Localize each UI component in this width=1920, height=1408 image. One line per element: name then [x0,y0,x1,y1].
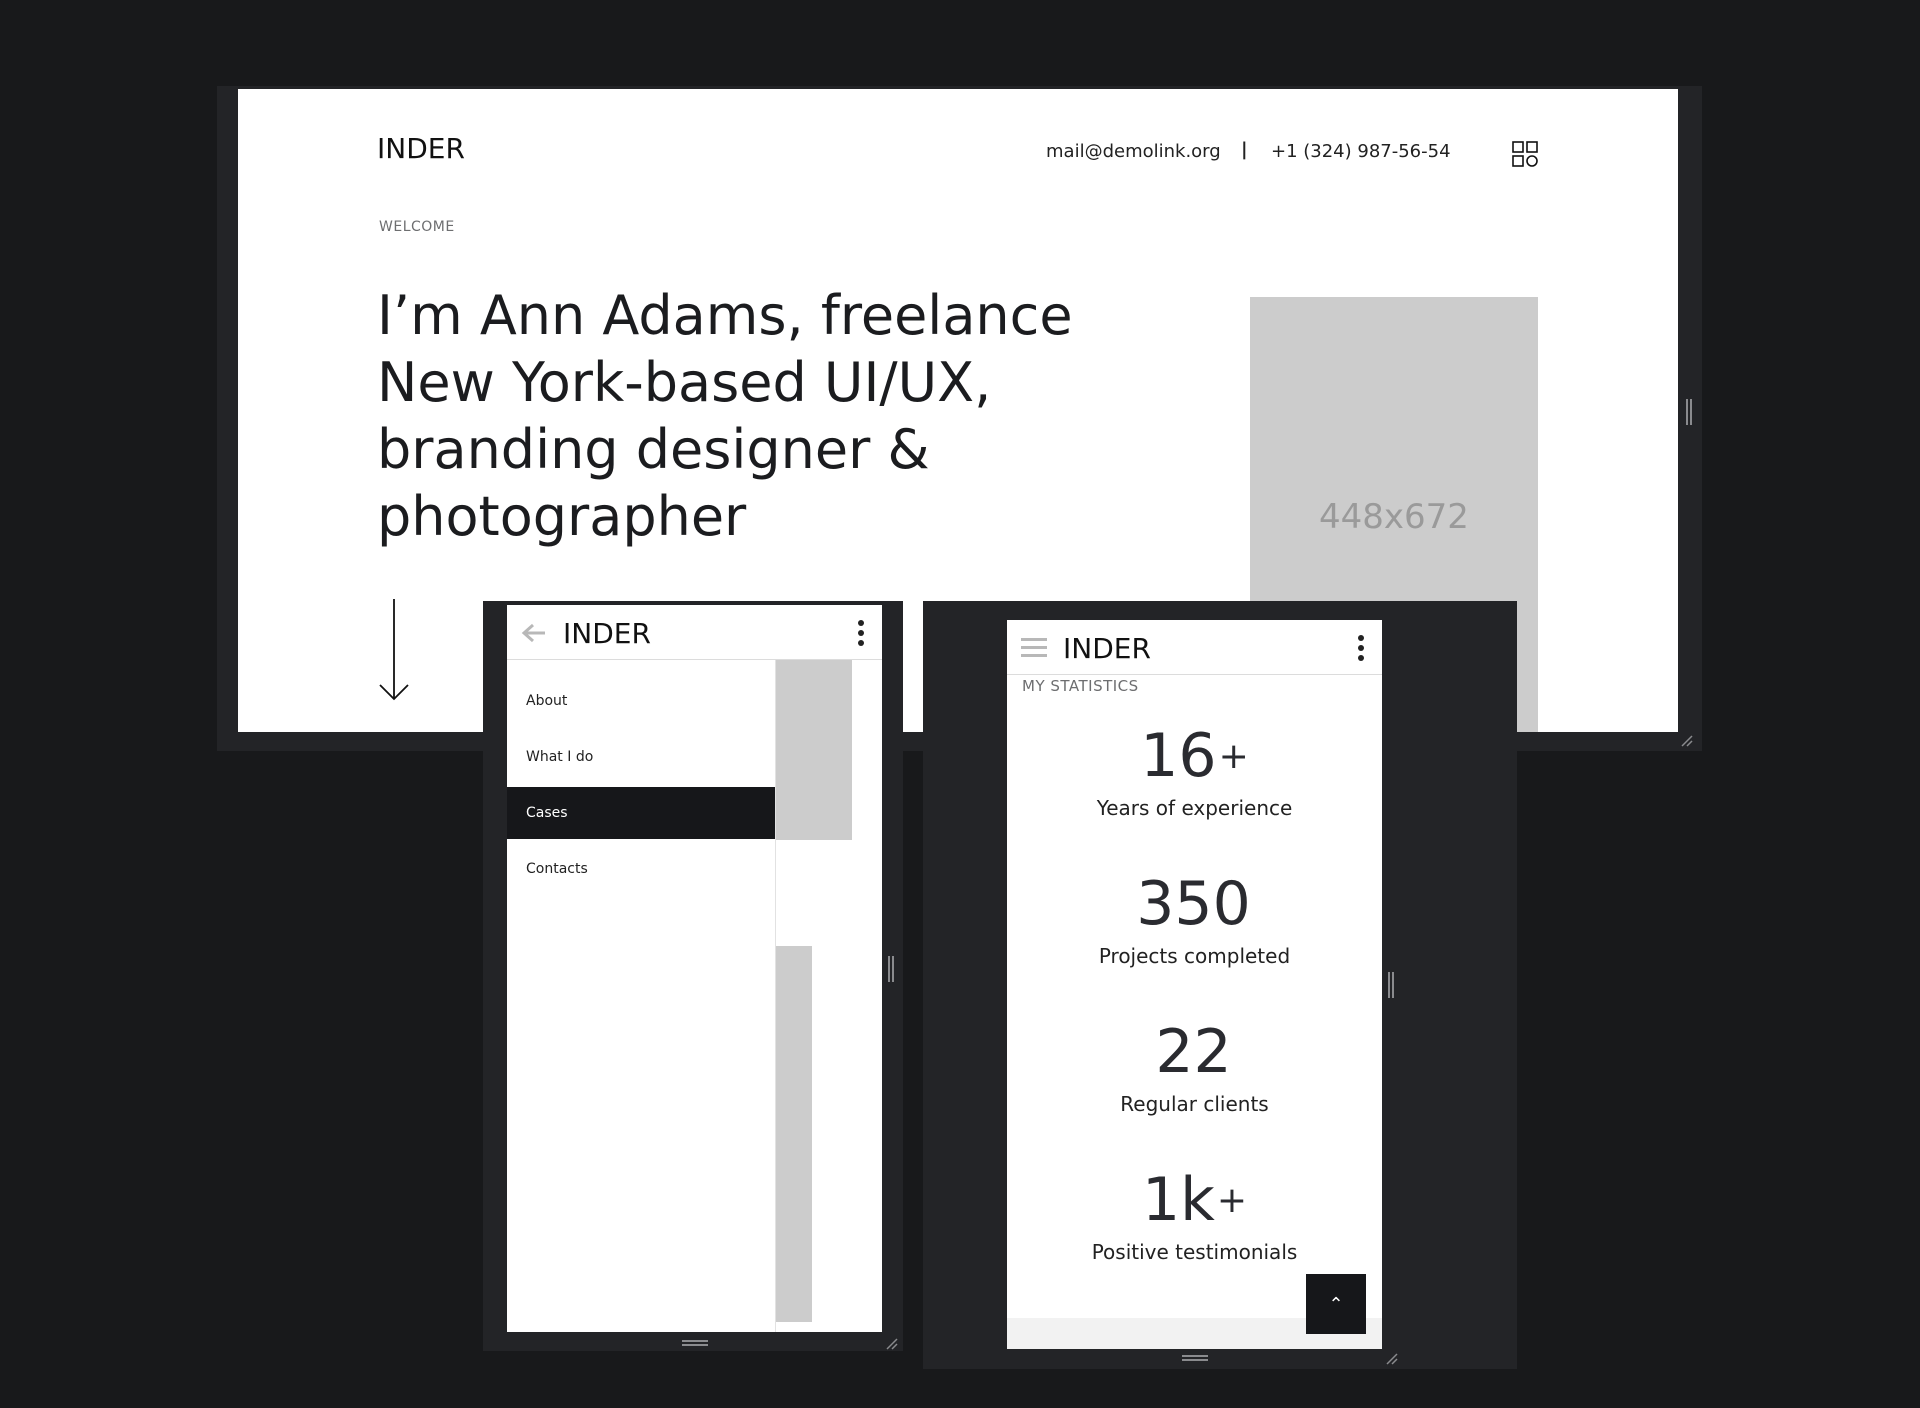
phone-link[interactable]: +1 (324) 987-56-54 [1271,141,1451,162]
stat-label: Regular clients [1120,1092,1269,1116]
stat-regular-clients: 22 Regular clients [1007,1017,1382,1116]
nav-item-what-i-do[interactable]: What I do [507,731,775,783]
stat-value: 350 [1136,869,1251,939]
stat-label: Positive testimonials [1091,1240,1298,1264]
stat-projects-completed: 350 Projects completed [1007,869,1382,968]
stat-value: 1k+ [1141,1165,1248,1235]
arrow-left-icon[interactable] [521,623,547,643]
hamburger-icon[interactable] [1021,637,1047,659]
mobile-menu-resize-handle-bottom[interactable] [682,1340,708,1346]
arrow-down-icon[interactable] [377,599,411,703]
hero-headline: I’m Ann Adams, freelance New York-based … [377,284,1073,548]
contact-separator: | [1241,139,1248,160]
mobile-menu-screen: INDER About What I do Cases Contacts [507,605,882,1332]
stat-label: Projects completed [1098,944,1291,968]
mobile-stats-resize-corner[interactable] [1385,1352,1399,1366]
nav-item-cases[interactable]: Cases [507,787,775,839]
mobile-stats-screen: INDER MY STATISTICS 16+ Years of experie… [1007,620,1382,1349]
mobile-stats-appbar: INDER [1007,620,1382,675]
grid-icon[interactable] [1512,141,1538,167]
background-image-placeholder-top [776,660,852,840]
more-vertical-icon[interactable] [1358,635,1364,661]
email-link[interactable]: mail@demolink.org [1046,141,1221,162]
scroll-to-top-button[interactable]: ⌃ [1306,1274,1366,1334]
nav-item-contacts[interactable]: Contacts [507,843,775,895]
chevron-up-icon: ⌃ [1328,1293,1344,1314]
mobile-stats-resize-handle-bottom[interactable] [1182,1355,1208,1361]
welcome-eyebrow: WELCOME [379,219,455,235]
mobile-menu-logo[interactable]: INDER [563,617,651,650]
site-logo[interactable]: INDER [377,132,465,165]
statistics-section-label: MY STATISTICS [1022,677,1139,695]
background-image-placeholder-bottom [776,946,812,1322]
stat-positive-testimonials: 1k+ Positive testimonials [1007,1165,1382,1264]
nav-item-about[interactable]: About [507,675,775,727]
desktop-resize-corner[interactable] [1680,734,1694,748]
more-vertical-icon[interactable] [858,620,864,646]
desktop-resize-handle-right[interactable] [1686,399,1692,425]
side-navigation-panel: About What I do Cases Contacts [507,660,776,1332]
stat-value: 22 [1155,1017,1232,1087]
mobile-menu-resize-corner[interactable] [885,1337,899,1351]
mobile-stats-resize-handle-right[interactable] [1388,972,1394,998]
stat-label: Years of experience [1096,796,1293,820]
mobile-stats-logo[interactable]: INDER [1063,632,1151,665]
stat-value: 16+ [1140,721,1249,791]
hero-image-size-label: 448x672 [1319,497,1469,537]
mobile-menu-appbar: INDER [507,605,882,660]
mobile-menu-resize-handle-right[interactable] [888,956,894,982]
stat-years-experience: 16+ Years of experience [1007,721,1382,820]
